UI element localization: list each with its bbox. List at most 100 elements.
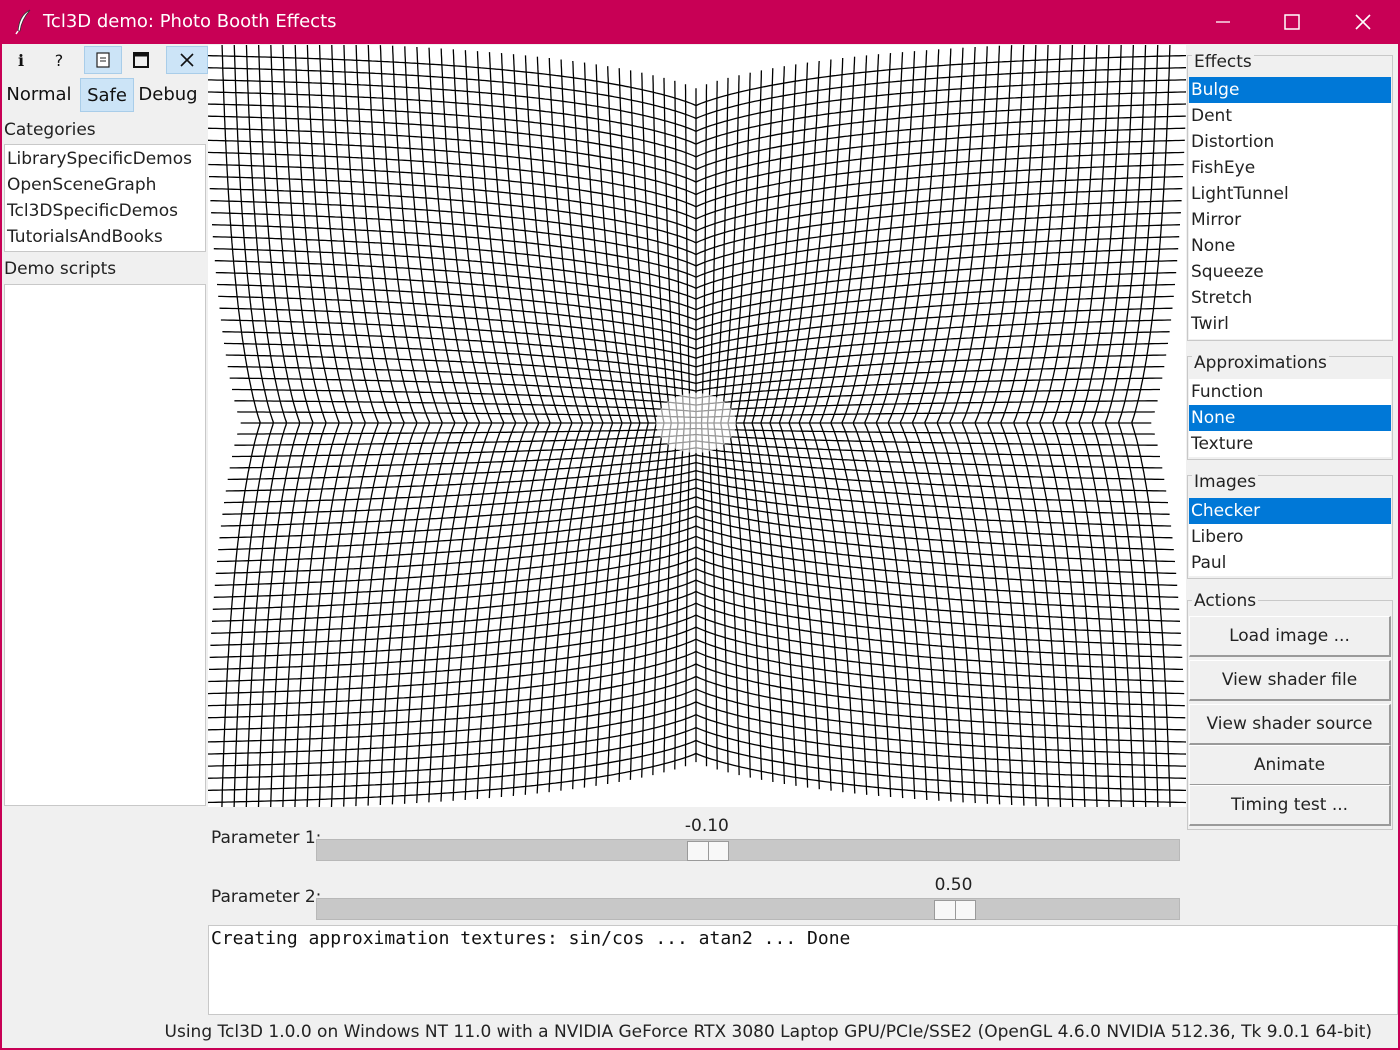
parameter-1-value: -0.10 <box>684 816 729 836</box>
effect-item-bulge[interactable]: Bulge <box>1189 77 1391 103</box>
parameter-2-value: 0.50 <box>934 875 973 895</box>
effect-item-stretch[interactable]: Stretch <box>1189 285 1391 311</box>
images-label: Images <box>1192 472 1259 492</box>
window-title: Tcl3D demo: Photo Booth Effects <box>43 11 337 32</box>
close-button[interactable] <box>1328 0 1398 44</box>
log-line: Creating approximation textures: sin/cos… <box>211 928 851 949</box>
grid-line <box>208 675 1186 731</box>
grid-line <box>760 64 797 786</box>
grid-line <box>1026 45 1074 807</box>
effect-item-mirror[interactable]: Mirror <box>1189 207 1391 233</box>
parameter-1-slider[interactable] <box>316 839 1180 861</box>
client-area: i ? Normal Safe Debug Categories Library… <box>2 44 1398 1048</box>
status-bar: Using Tcl3D 1.0.0 on Windows NT 11.0 wit… <box>164 1022 1372 1042</box>
image-item-libero[interactable]: Libero <box>1189 524 1391 550</box>
maximize-button[interactable] <box>1257 0 1327 44</box>
effect-item-dent[interactable]: Dent <box>1189 103 1391 129</box>
close-icon <box>1355 14 1371 30</box>
render-canvas[interactable] <box>208 45 1186 807</box>
effect-item-twirl[interactable]: Twirl <box>1189 311 1391 337</box>
center-highlight <box>656 393 736 453</box>
categories-label: Categories <box>4 120 96 140</box>
grid-line <box>282 45 327 807</box>
exit-button[interactable] <box>166 46 208 74</box>
grid-line <box>294 45 340 807</box>
maximize-icon <box>1284 14 1300 30</box>
approximations-list[interactable]: Function None Texture <box>1189 379 1391 457</box>
images-list[interactable]: Checker Libero Paul <box>1189 498 1391 576</box>
grid-line <box>735 70 763 780</box>
grid-line <box>208 663 1186 719</box>
category-item[interactable]: OpenSceneGraph <box>7 175 156 195</box>
grid-line <box>270 45 314 807</box>
grid-line <box>257 45 301 807</box>
grid-line <box>306 45 353 807</box>
minimize-icon <box>1216 21 1230 23</box>
parameter-1-label: Parameter 1: <box>211 828 322 848</box>
parameter-2-label: Parameter 2: <box>211 887 322 907</box>
log-output[interactable]: Creating approximation textures: sin/cos… <box>208 925 1398 1015</box>
help-icon: ? <box>54 50 64 70</box>
demo-scripts-list[interactable] <box>4 284 206 806</box>
parameter-2-slider-handle[interactable] <box>933 900 976 920</box>
help-button[interactable]: ? <box>40 46 78 74</box>
grid-line <box>208 739 1186 792</box>
image-item-paul[interactable]: Paul <box>1189 550 1391 576</box>
mode-safe-button[interactable]: Safe <box>80 78 134 112</box>
info-button[interactable]: i <box>2 46 40 74</box>
effect-item-squeeze[interactable]: Squeeze <box>1189 259 1391 285</box>
actions-label: Actions <box>1192 591 1259 611</box>
minimize-button[interactable] <box>1188 0 1258 44</box>
document-button[interactable] <box>84 46 122 74</box>
load-image-button[interactable]: Load image ... <box>1189 616 1391 657</box>
approximation-item-none[interactable]: None <box>1189 405 1391 431</box>
grid-line <box>524 55 573 795</box>
category-item[interactable]: Tcl3DSpecificDemos <box>7 201 178 221</box>
approximations-label: Approximations <box>1192 353 1329 373</box>
grid-line <box>208 127 1186 183</box>
grid-line <box>318 45 366 807</box>
effects-list[interactable]: Bulge Dent Distortion FishEye LightTunne… <box>1189 77 1391 339</box>
grid-line <box>595 64 632 786</box>
mode-debug-button[interactable]: Debug <box>136 78 200 112</box>
grid-line <box>1078 45 1122 807</box>
effect-item-none[interactable]: None <box>1189 233 1391 259</box>
grid-line <box>208 726 1186 779</box>
feather-icon <box>15 9 31 35</box>
effect-item-distortion[interactable]: Distortion <box>1189 129 1391 155</box>
grid-line <box>1091 45 1135 807</box>
view-shader-source-button[interactable]: View shader source <box>1189 704 1391 745</box>
category-item[interactable]: TutorialsAndBooks <box>7 227 163 247</box>
mode-normal-button[interactable]: Normal <box>2 78 76 112</box>
grid-line <box>819 55 868 795</box>
close-icon <box>180 53 194 67</box>
approximation-item-texture[interactable]: Texture <box>1189 431 1391 457</box>
grid-line <box>629 70 657 780</box>
parameter-2-slider[interactable] <box>316 898 1180 920</box>
approximation-item-function[interactable]: Function <box>1189 379 1391 405</box>
categories-list[interactable]: LibrarySpecificDemos OpenSceneGraph Tcl3… <box>4 144 206 252</box>
grid-line <box>1052 45 1098 807</box>
grid-line <box>208 54 1186 107</box>
slider-grip <box>954 901 956 919</box>
grid-line <box>1065 45 1110 807</box>
document-icon <box>96 52 110 68</box>
parameter-1-slider-handle[interactable] <box>686 841 729 861</box>
view-shader-file-button[interactable]: View shader file <box>1189 660 1391 701</box>
window-button[interactable] <box>122 46 160 74</box>
demo-scripts-label: Demo scripts <box>4 259 117 279</box>
info-icon: i <box>17 50 25 70</box>
grid-line <box>1039 45 1086 807</box>
checker-bulge-image <box>208 45 1186 807</box>
animate-button[interactable]: Animate <box>1189 745 1391 786</box>
title-bar[interactable]: Tcl3D demo: Photo Booth Effects <box>0 0 1400 44</box>
timing-test-button[interactable]: Timing test ... <box>1189 785 1391 826</box>
window-icon <box>133 52 149 68</box>
category-item[interactable]: LibrarySpecificDemos <box>7 149 192 169</box>
grid-line <box>208 115 1186 171</box>
effect-item-lighttunnel[interactable]: LightTunnel <box>1189 181 1391 207</box>
effect-item-fisheye[interactable]: FishEye <box>1189 155 1391 181</box>
grid-line <box>208 67 1186 120</box>
effects-label: Effects <box>1192 52 1254 72</box>
image-item-checker[interactable]: Checker <box>1189 498 1391 524</box>
